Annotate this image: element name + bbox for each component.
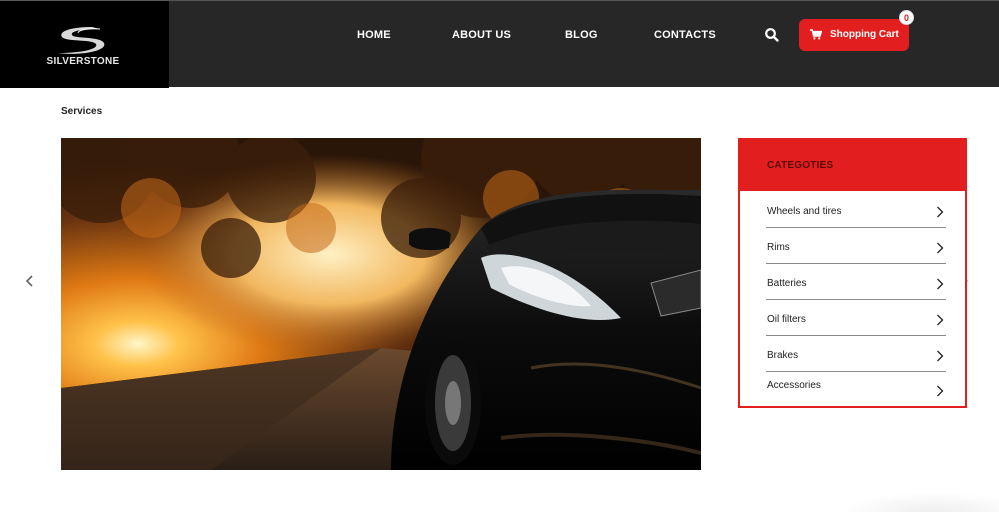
category-label: Wheels and tires bbox=[767, 206, 842, 217]
nav-about-us[interactable]: ABOUT US bbox=[452, 29, 511, 41]
page-title: Services bbox=[61, 106, 103, 117]
corner-shadow bbox=[840, 492, 999, 512]
cart-icon bbox=[810, 29, 822, 40]
chevron-right-icon bbox=[937, 206, 944, 218]
category-label: Brakes bbox=[767, 350, 799, 361]
category-label: Accessories bbox=[767, 380, 821, 391]
nav-contacts[interactable]: CONTACTS bbox=[654, 29, 716, 41]
category-label: Oil filters bbox=[767, 314, 806, 325]
chevron-right-icon bbox=[937, 242, 944, 254]
logo-text: SILVERSTONE bbox=[46, 56, 120, 67]
logo-swoosh-icon bbox=[58, 27, 105, 54]
chevron-right-icon bbox=[937, 350, 944, 362]
site-header: SILVERSTONE HOME ABOUT US BLOG CONTACTS … bbox=[0, 0, 999, 88]
chevron-right-icon bbox=[937, 278, 944, 290]
chevron-right-icon bbox=[937, 385, 944, 397]
categories-header: CATEGOTIES bbox=[740, 140, 965, 191]
categories-title: CATEGOTIES bbox=[767, 160, 834, 171]
category-accessories[interactable]: Accessories bbox=[766, 372, 946, 408]
category-label: Batteries bbox=[767, 278, 807, 289]
shopping-cart-label: Shopping Cart bbox=[830, 29, 899, 40]
logo[interactable]: SILVERSTONE bbox=[0, 1, 169, 88]
category-label: Rims bbox=[767, 242, 790, 253]
car-sunset-image bbox=[61, 138, 701, 470]
cart-count-badge: 0 bbox=[899, 10, 914, 25]
shopping-cart-button[interactable]: Shopping Cart bbox=[799, 19, 909, 51]
hero-image bbox=[61, 138, 701, 470]
nav-home[interactable]: HOME bbox=[357, 29, 391, 41]
search-icon[interactable] bbox=[764, 27, 780, 43]
nav-blog[interactable]: BLOG bbox=[565, 29, 598, 41]
category-oil-filters[interactable]: Oil filters bbox=[766, 300, 946, 336]
categories-panel: CATEGOTIES Wheels and tires Rims Batteri… bbox=[738, 138, 967, 408]
category-rims[interactable]: Rims bbox=[766, 228, 946, 264]
category-batteries[interactable]: Batteries bbox=[766, 264, 946, 300]
chevron-left-icon[interactable] bbox=[24, 273, 36, 289]
chevron-right-icon bbox=[937, 314, 944, 326]
category-wheels-and-tires[interactable]: Wheels and tires bbox=[766, 192, 946, 228]
category-brakes[interactable]: Brakes bbox=[766, 336, 946, 372]
